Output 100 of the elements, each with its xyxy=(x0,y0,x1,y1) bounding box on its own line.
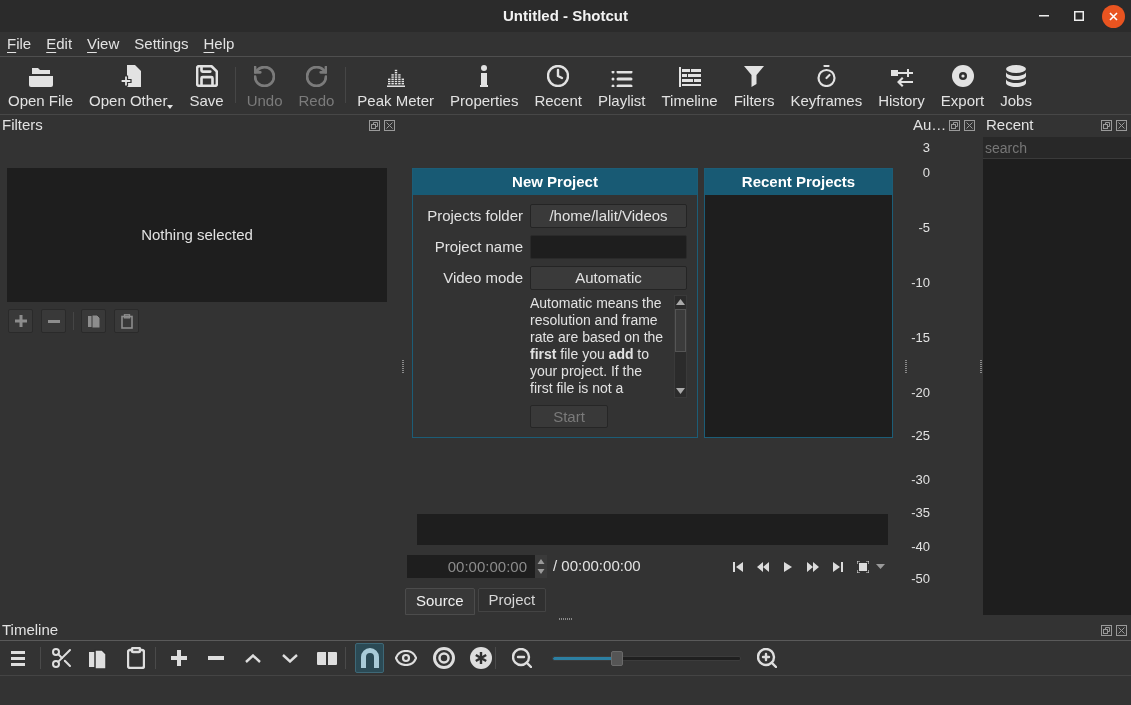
toolbar-button[interactable]: Keyframes xyxy=(790,63,863,110)
scale-label: -10 xyxy=(911,275,930,291)
search-field[interactable]: search xyxy=(983,137,1131,159)
description-line: rate are based on the xyxy=(530,329,664,346)
scale-label: 3 xyxy=(922,140,930,156)
copy-button[interactable] xyxy=(81,309,106,333)
toolbar-button[interactable]: Filters xyxy=(733,63,775,110)
target-icon[interactable] xyxy=(433,647,455,669)
info-icon xyxy=(480,65,489,87)
asterisk-circle-icon[interactable] xyxy=(470,647,492,669)
skip-to-end-icon[interactable] xyxy=(833,561,843,572)
overlapping-squares-icon[interactable] xyxy=(1101,119,1112,131)
scale-label: -50 xyxy=(911,571,930,587)
toolbar-button[interactable]: Playlist xyxy=(597,63,646,110)
add-button[interactable] xyxy=(8,309,33,333)
panel-title: Recent Projects xyxy=(705,169,892,195)
file-plus-icon xyxy=(121,65,142,87)
minus-icon xyxy=(47,319,60,323)
dock-title: Au… xyxy=(913,114,947,135)
description-line: resolution and frame xyxy=(530,312,658,329)
skip-to-start-icon[interactable] xyxy=(733,561,743,572)
play-icon[interactable] xyxy=(784,561,792,572)
field-label: Project name xyxy=(434,236,523,257)
overlapping-squares-icon[interactable] xyxy=(949,119,960,131)
copy-icon[interactable] xyxy=(89,647,107,669)
maximize-icon[interactable] xyxy=(1074,11,1084,21)
grip-icon[interactable] xyxy=(979,359,982,373)
menu-item[interactable]: File xyxy=(7,32,32,56)
zoom-in-icon[interactable] xyxy=(757,648,777,668)
menu-item[interactable]: Settings xyxy=(134,32,189,56)
slider-thumb[interactable] xyxy=(610,650,623,666)
dropdown-caret-icon[interactable] xyxy=(876,564,885,569)
plus-icon[interactable] xyxy=(171,650,187,666)
paste-button[interactable] xyxy=(114,309,139,333)
timecode-field[interactable]: 00:00:00:00 xyxy=(407,555,535,578)
value-button[interactable]: /home/lalit/Videos xyxy=(530,204,687,228)
toolbar-button[interactable]: Save xyxy=(189,63,224,110)
chevron-up-icon[interactable] xyxy=(245,653,261,663)
eye-icon[interactable] xyxy=(395,650,417,666)
undo-arrow-icon xyxy=(254,66,276,87)
arrow-bar-icon xyxy=(890,69,913,87)
menu-item[interactable]: View xyxy=(87,32,120,56)
toolbar-button[interactable]: Jobs xyxy=(1000,63,1032,110)
zoom-out-icon[interactable] xyxy=(512,648,532,668)
scroll-up-arrow-icon[interactable] xyxy=(676,299,685,305)
stopwatch-icon xyxy=(816,65,836,87)
clipboard-icon[interactable] xyxy=(127,647,145,669)
dock-title: Recent xyxy=(986,114,1034,135)
plus-icon xyxy=(14,315,27,327)
level-bars-icon xyxy=(386,67,405,87)
description-line: Automatic means the xyxy=(530,295,662,312)
redo-arrow-icon xyxy=(305,66,327,87)
menu-item[interactable]: Help xyxy=(203,32,235,56)
timeline-bars-icon xyxy=(678,67,701,87)
toolbar-button[interactable]: Peak Meter xyxy=(357,63,435,110)
scale-label: -5 xyxy=(918,220,930,236)
toolbar-button[interactable]: History xyxy=(878,63,925,110)
square-frame-icon[interactable] xyxy=(857,560,869,573)
tab[interactable]: Project xyxy=(477,588,547,612)
remove-button[interactable] xyxy=(41,309,66,333)
fast-forward-icon[interactable] xyxy=(807,561,819,572)
toolbar-button[interactable]: Properties xyxy=(450,63,519,110)
close-icon[interactable] xyxy=(1102,4,1125,28)
description-line: your project. If the xyxy=(530,363,643,380)
minimize-icon[interactable] xyxy=(1039,15,1049,17)
toolbar-button[interactable]: Timeline xyxy=(661,63,718,110)
folder-icon xyxy=(28,68,53,87)
scale-label: -25 xyxy=(911,428,930,444)
split-rectangle-icon[interactable] xyxy=(317,651,337,665)
copy-icon xyxy=(87,314,100,328)
overlapping-squares-icon[interactable] xyxy=(1101,625,1112,636)
toolbar-button[interactable]: Recent xyxy=(534,63,582,110)
spinner-arrows-icon[interactable] xyxy=(535,555,547,578)
dock-title: Timeline xyxy=(2,620,59,641)
empty-message: Nothing selected xyxy=(141,224,253,245)
clock-icon xyxy=(547,65,570,87)
scrollbar-thumb[interactable] xyxy=(675,309,686,352)
grip-icon[interactable] xyxy=(904,359,907,373)
rewind-icon[interactable] xyxy=(757,561,769,572)
toolbar-button[interactable]: Open File xyxy=(8,63,74,110)
value-button[interactable]: Automatic xyxy=(530,266,687,290)
scroll-down-arrow-icon[interactable] xyxy=(676,388,685,394)
scale-label: -35 xyxy=(911,505,930,521)
tab[interactable]: Source xyxy=(405,588,475,615)
grip-icon[interactable] xyxy=(401,359,404,373)
snap-button[interactable] xyxy=(355,643,384,673)
menu-item[interactable]: Edit xyxy=(46,32,73,56)
panel-title: New Project xyxy=(413,169,697,195)
scrollbar[interactable] xyxy=(674,295,687,398)
scissors-icon[interactable] xyxy=(52,648,72,668)
field-label: Video mode xyxy=(443,267,523,288)
toolbar-button[interactable]: Export xyxy=(940,63,985,110)
toolbar-button[interactable]: Open Other xyxy=(89,63,174,110)
description-line: first file you add to xyxy=(530,346,650,363)
menu-icon[interactable] xyxy=(11,650,25,666)
scale-label: 0 xyxy=(922,165,930,181)
dock-title: Filters xyxy=(2,114,43,135)
chevron-down-icon[interactable] xyxy=(282,653,298,663)
overlapping-squares-icon[interactable] xyxy=(369,119,380,131)
scale-label: -15 xyxy=(911,330,930,346)
